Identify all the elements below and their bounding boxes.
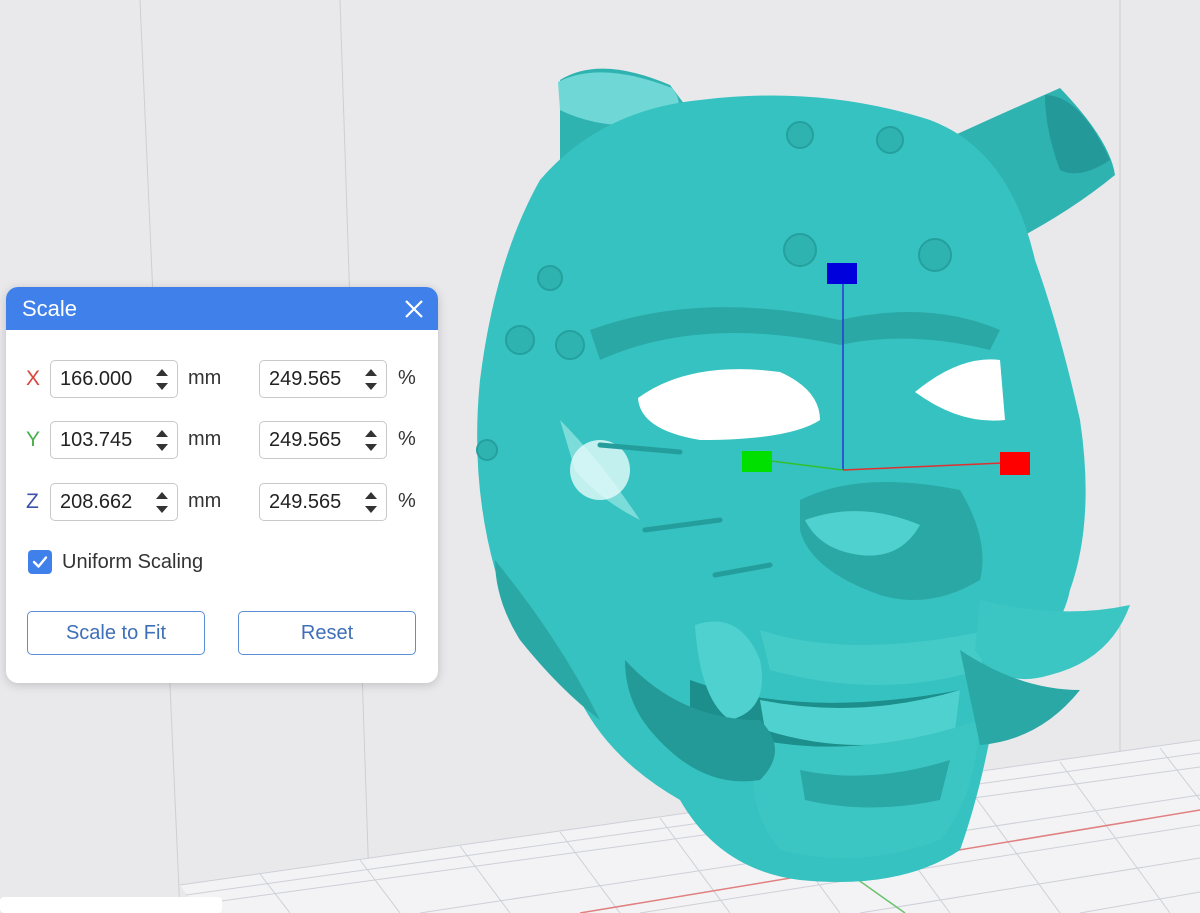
y-mm-arrows[interactable] (155, 427, 169, 455)
x-mm-spinbox[interactable] (50, 360, 178, 398)
x-percent-arrows[interactable] (364, 366, 378, 394)
dialog-header: Scale (6, 287, 438, 330)
decrement-icon[interactable] (365, 383, 377, 390)
z-axis-label: Z (26, 490, 39, 513)
increment-icon[interactable] (365, 430, 377, 437)
y-mm-input[interactable] (60, 429, 150, 452)
z-percent-arrows[interactable] (364, 489, 378, 517)
x-mm-input[interactable] (60, 368, 150, 391)
y-axis-label: Y (26, 428, 41, 451)
y-percent-arrows[interactable] (364, 427, 378, 455)
close-icon (405, 299, 423, 318)
y-percent-spinbox[interactable] (259, 421, 387, 459)
z-percent-unit: % (398, 490, 416, 512)
x-mm-unit: mm (188, 367, 222, 389)
decrement-icon[interactable] (365, 444, 377, 451)
x-axis-label: X (26, 367, 41, 390)
checkmark-icon (32, 556, 48, 568)
dialog-title: Scale (22, 295, 78, 321)
increment-icon[interactable] (365, 492, 377, 499)
increment-icon[interactable] (365, 369, 377, 376)
mask-model[interactable] (476, 68, 1130, 882)
z-mm-spinbox[interactable] (50, 483, 178, 521)
uniform-scaling-row[interactable]: Uniform Scaling (28, 549, 203, 575)
scale-dialog: Scale X mm % Y (6, 287, 438, 683)
z-mm-unit: mm (188, 490, 222, 512)
decrement-icon[interactable] (156, 444, 168, 451)
increment-icon[interactable] (156, 492, 168, 499)
decrement-icon[interactable] (365, 506, 377, 513)
z-mm-input[interactable] (60, 491, 150, 514)
z-mm-arrows[interactable] (155, 489, 169, 517)
increment-icon[interactable] (156, 369, 168, 376)
x-percent-unit: % (398, 367, 416, 389)
x-axis-row: X mm % (6, 360, 438, 400)
z-percent-spinbox[interactable] (259, 483, 387, 521)
z-percent-input[interactable] (269, 491, 359, 514)
z-axis-row: Z mm % (6, 483, 438, 523)
x-percent-spinbox[interactable] (259, 360, 387, 398)
y-axis-row: Y mm % (6, 421, 438, 461)
status-strip (0, 897, 222, 913)
scale-to-fit-button[interactable]: Scale to Fit (27, 611, 205, 655)
x-percent-input[interactable] (269, 368, 359, 391)
gizmo-z-handle[interactable] (827, 263, 857, 284)
gizmo-y-handle[interactable] (742, 451, 772, 472)
decrement-icon[interactable] (156, 383, 168, 390)
y-mm-spinbox[interactable] (50, 421, 178, 459)
reset-button[interactable]: Reset (238, 611, 416, 655)
gizmo-x-handle[interactable] (1000, 452, 1030, 475)
y-mm-unit: mm (188, 428, 222, 450)
y-percent-unit: % (398, 428, 416, 450)
close-button[interactable] (402, 297, 426, 321)
decrement-icon[interactable] (156, 506, 168, 513)
x-mm-arrows[interactable] (155, 366, 169, 394)
uniform-scaling-label: Uniform Scaling (62, 550, 204, 573)
y-percent-input[interactable] (269, 429, 359, 452)
uniform-scaling-checkbox[interactable] (28, 550, 52, 574)
increment-icon[interactable] (156, 430, 168, 437)
